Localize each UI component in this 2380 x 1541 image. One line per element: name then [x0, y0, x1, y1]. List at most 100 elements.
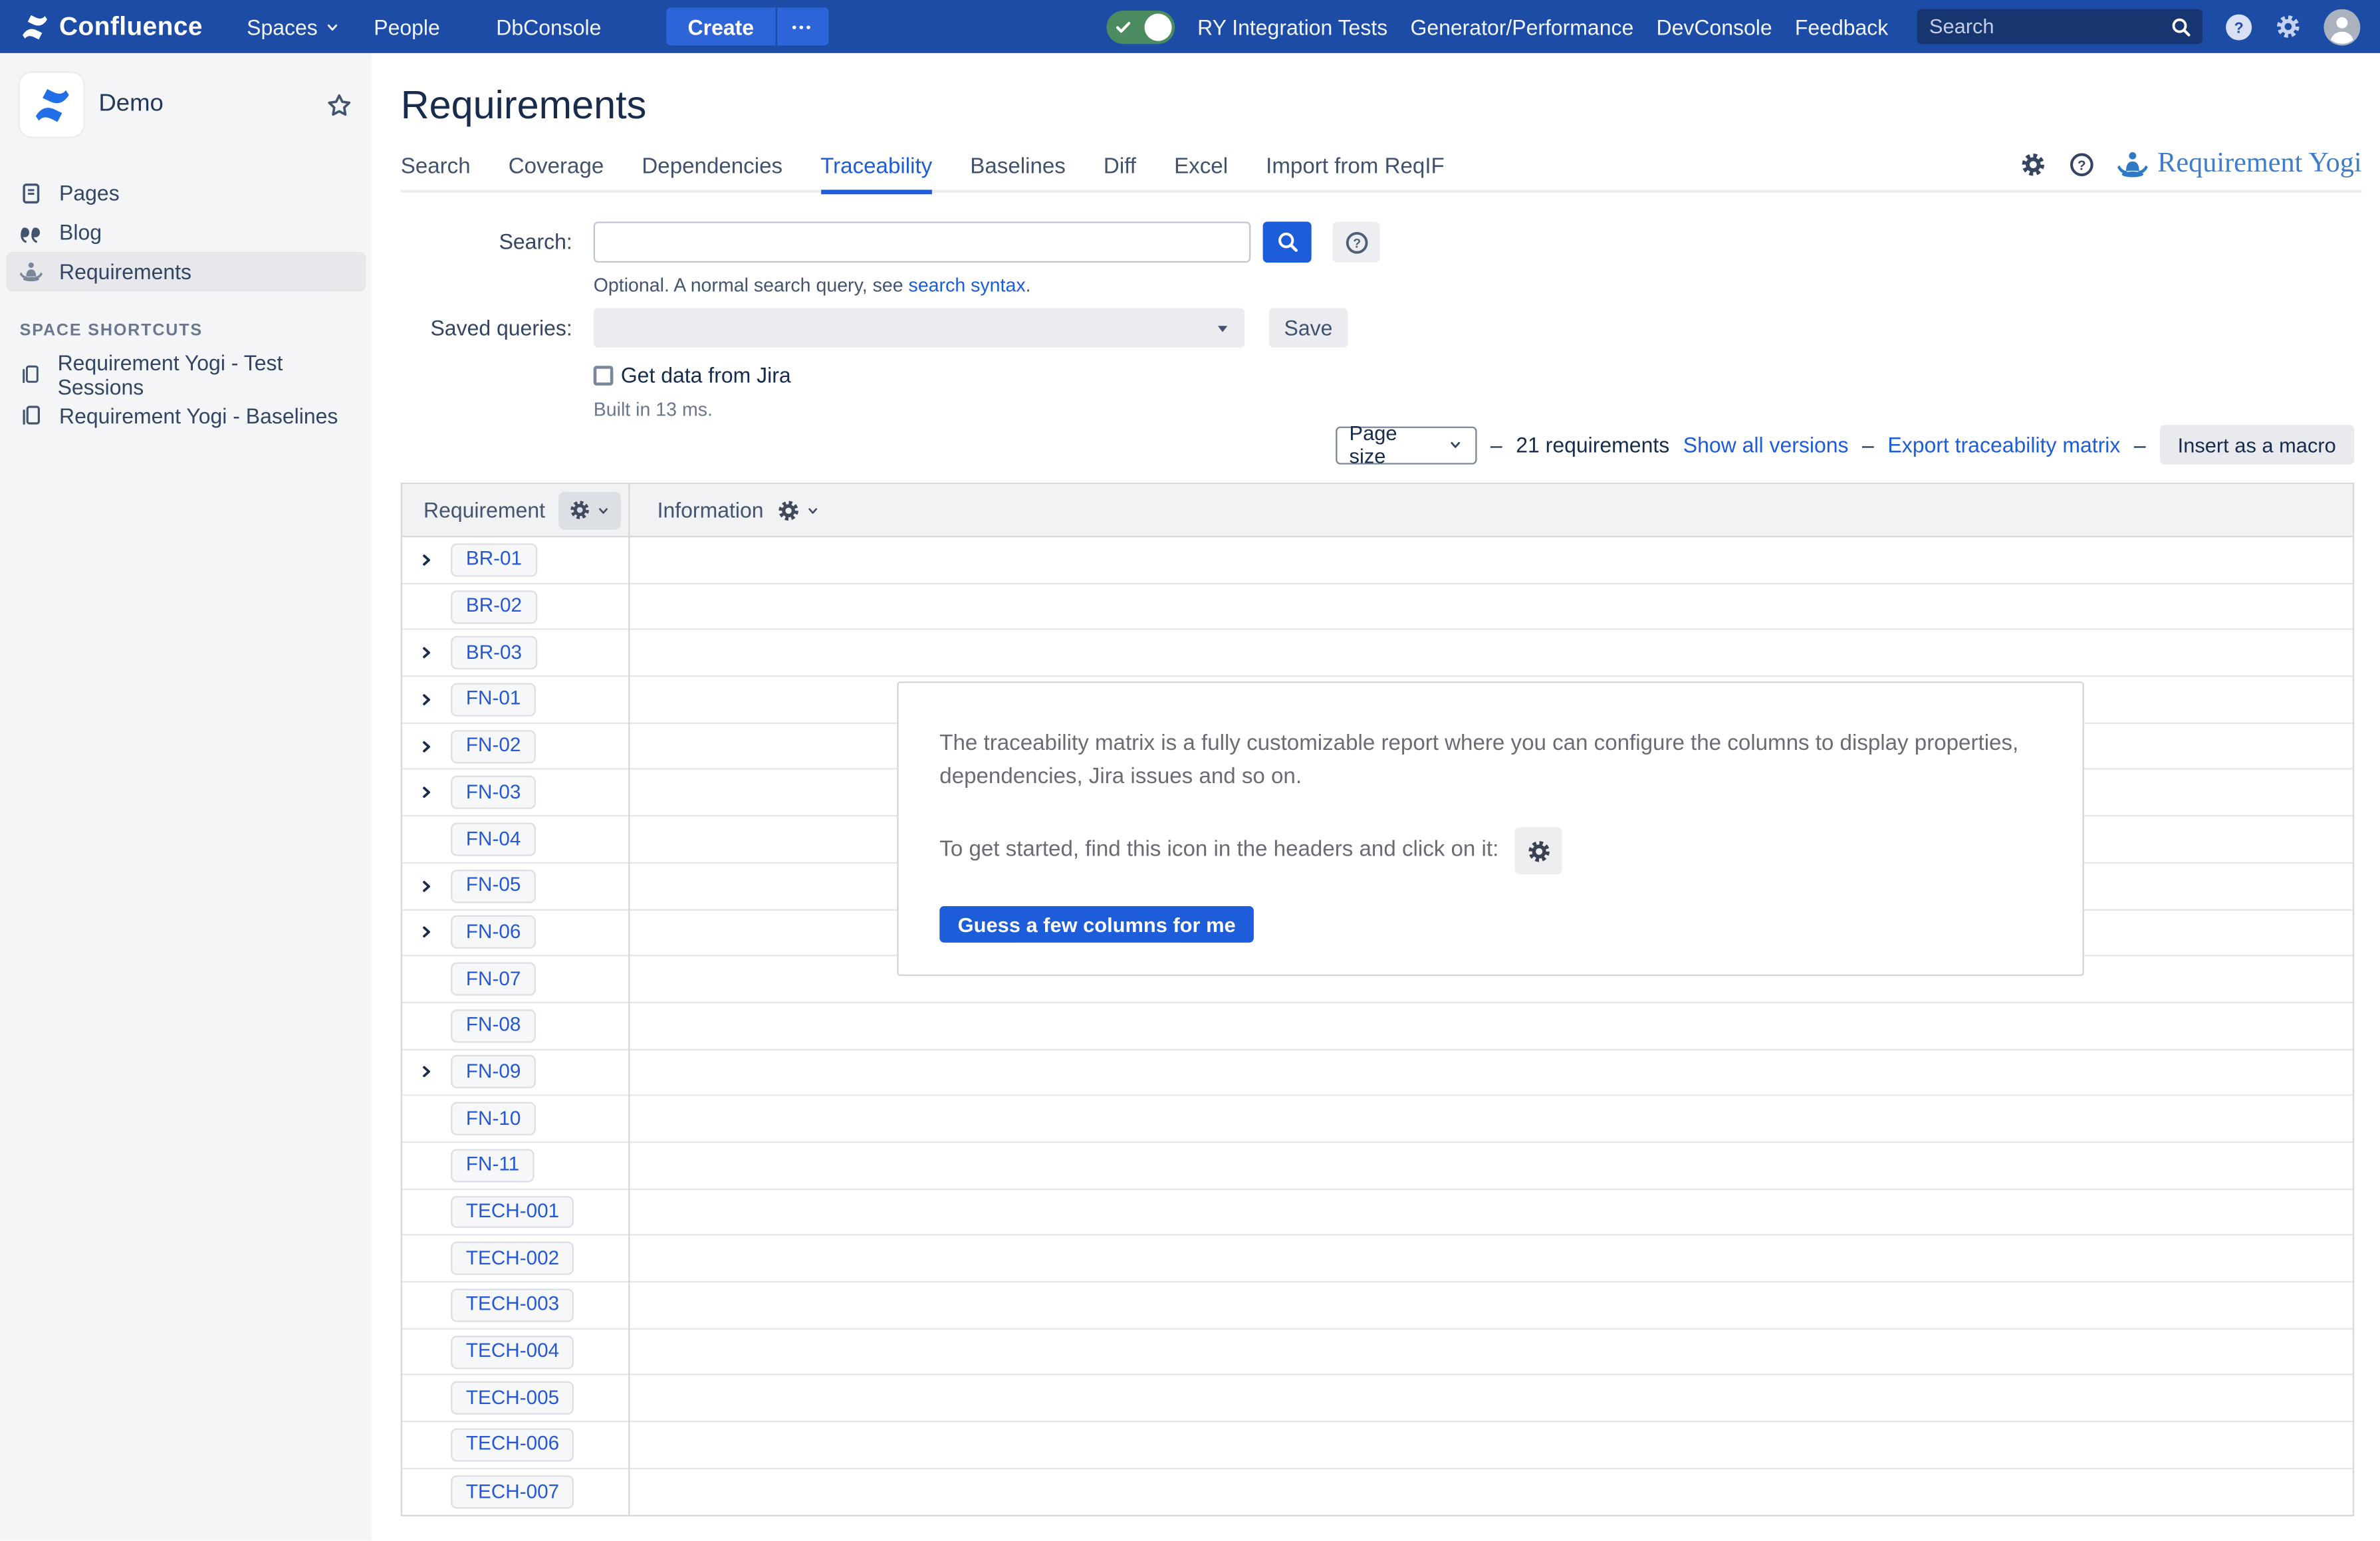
requirement-key-badge[interactable]: FN-07 — [451, 963, 536, 996]
requirement-key-badge[interactable]: FN-09 — [451, 1056, 536, 1089]
requirement-key-badge[interactable]: FN-05 — [451, 870, 536, 903]
page-settings-gear-icon[interactable] — [2021, 152, 2047, 178]
tab[interactable]: Excel — [1174, 154, 1228, 193]
tab[interactable]: Import from ReqIF — [1266, 154, 1445, 193]
table-row: FN-10 — [402, 1096, 2353, 1143]
requirement-key-badge[interactable]: TECH-006 — [451, 1428, 574, 1461]
requirement-key-badge[interactable]: FN-03 — [451, 776, 536, 809]
tab[interactable]: Diff — [1104, 154, 1136, 193]
separator-dash: – — [1862, 433, 1874, 457]
tab[interactable]: Baselines — [970, 154, 1066, 193]
info-card-instruction: To get started, find this icon in the he… — [939, 834, 1498, 867]
nav-link-generator-performance[interactable]: Generator/Performance — [1410, 15, 1633, 39]
run-search-button[interactable] — [1263, 221, 1312, 263]
show-all-versions-link[interactable]: Show all versions — [1683, 433, 1849, 457]
tab[interactable]: Search — [401, 154, 471, 193]
requirement-key-badge[interactable]: FN-10 — [451, 1102, 536, 1135]
saved-queries-select[interactable] — [594, 308, 1245, 347]
screen: Confluence Spaces People DbConsole — [0, 0, 2380, 1540]
sidebar-item-requirements[interactable]: Requirements — [6, 252, 366, 291]
confluence-brand[interactable]: Confluence — [20, 11, 203, 42]
requirement-key-badge[interactable]: TECH-005 — [451, 1381, 574, 1415]
expand-row-icon[interactable] — [419, 925, 451, 940]
requirement-key-badge[interactable]: TECH-002 — [451, 1242, 574, 1275]
help-icon[interactable]: ? — [2225, 13, 2252, 40]
requirement-key-badge[interactable]: FN-01 — [451, 683, 536, 716]
requirement-column-settings-button[interactable] — [559, 491, 622, 529]
get-data-from-jira-checkbox[interactable] — [594, 366, 613, 385]
copy-pages-icon — [20, 363, 41, 386]
page-size-select[interactable]: Page size — [1336, 425, 1477, 463]
requirement-key-badge[interactable]: TECH-007 — [451, 1476, 574, 1509]
table-row: BR-03 — [402, 630, 2353, 677]
space-shortcuts-header: SPACE SHORTCUTS — [20, 322, 352, 340]
global-search-input[interactable] — [1917, 15, 2171, 38]
copy-pages-icon — [20, 404, 43, 426]
requirement-key-badge[interactable]: FN-04 — [451, 822, 536, 856]
expand-row-icon[interactable] — [419, 692, 451, 707]
settings-gear-icon[interactable] — [2275, 14, 2301, 40]
sidebar-shortcut-item[interactable]: Requirement Yogi - Test Sessions — [0, 354, 372, 395]
star-icon[interactable] — [326, 92, 352, 118]
search-syntax-link[interactable]: search syntax — [909, 275, 1026, 296]
expand-row-icon[interactable] — [419, 646, 451, 661]
expand-row-icon[interactable] — [419, 878, 451, 893]
requirement-count: 21 requirements — [1516, 433, 1669, 457]
information-column-settings-button[interactable] — [777, 499, 820, 521]
nav-right: RY Integration Tests Generator/Performan… — [1106, 9, 2360, 45]
requirement-key-badge[interactable]: TECH-004 — [451, 1335, 574, 1368]
tab[interactable]: Dependencies — [642, 154, 782, 193]
nav-menu-item[interactable]: Spaces — [230, 0, 357, 53]
nav-link-ry-integration-tests[interactable]: RY Integration Tests — [1197, 15, 1387, 39]
user-avatar[interactable] — [2324, 9, 2361, 45]
nav-menu: Spaces People DbConsole — [230, 0, 641, 53]
space-logo[interactable] — [20, 73, 84, 137]
tabs: Search Coverage Dependencies Traceabilit… — [401, 154, 1445, 190]
expand-row-icon[interactable] — [419, 739, 451, 754]
requirement-key-badge[interactable]: FN-06 — [451, 916, 536, 949]
requirement-key-badge[interactable]: FN-08 — [451, 1009, 536, 1042]
feature-toggle[interactable] — [1106, 10, 1175, 43]
blog-quote-icon — [20, 221, 43, 243]
expand-row-icon[interactable] — [419, 1064, 451, 1080]
save-query-button[interactable]: Save — [1269, 308, 1348, 347]
search-help-button[interactable] — [1333, 221, 1380, 263]
nav-menu-item[interactable]: People — [357, 0, 479, 53]
nav-link-devconsole[interactable]: DevConsole — [1657, 15, 1772, 39]
create-button[interactable]: Create — [667, 7, 775, 45]
sidebar-item-blog[interactable]: Blog — [0, 213, 372, 252]
information-column-header: Information — [628, 498, 2353, 523]
requirement-key-badge[interactable]: BR-01 — [451, 543, 537, 576]
requirement-key-badge[interactable]: TECH-003 — [451, 1288, 574, 1322]
create-more-button[interactable]: ••• — [776, 7, 828, 45]
page-help-icon[interactable] — [2070, 152, 2095, 178]
insert-as-macro-button[interactable]: Insert as a macro — [2159, 425, 2354, 464]
tab[interactable]: Coverage — [509, 154, 604, 193]
info-card-instruction-row: To get started, find this icon in the he… — [939, 827, 2042, 874]
global-search — [1917, 9, 2202, 45]
requirement-yogi-logo[interactable]: Requirement Yogi — [2118, 149, 2362, 181]
sidebar-item-pages[interactable]: Pages — [0, 173, 372, 212]
expand-row-icon[interactable] — [419, 785, 451, 800]
guess-columns-button[interactable]: Guess a few columns for me — [939, 906, 1254, 943]
expand-row-icon[interactable] — [419, 552, 451, 568]
nav-menu-item[interactable]: DbConsole — [479, 0, 641, 53]
sidebar-shortcut-item[interactable]: Requirement Yogi - Baselines — [0, 395, 372, 436]
page-title: Requirements — [401, 82, 647, 127]
toggle-knob — [1144, 13, 1171, 40]
export-traceability-matrix-link[interactable]: Export traceability matrix — [1887, 433, 2120, 457]
requirement-key-badge[interactable]: FN-02 — [451, 729, 536, 763]
chevron-down-icon — [597, 503, 611, 517]
nav-link-feedback[interactable]: Feedback — [1795, 15, 1888, 39]
chevron-down-icon — [325, 19, 340, 35]
requirement-key-badge[interactable]: BR-02 — [451, 590, 537, 623]
requirement-key-badge[interactable]: FN-11 — [451, 1149, 535, 1182]
tab[interactable]: Traceability — [820, 154, 932, 193]
table-row: TECH-004 — [402, 1329, 2353, 1375]
table-row: FN-11 — [402, 1143, 2353, 1189]
requirement-key-badge[interactable]: BR-03 — [451, 636, 537, 669]
search-icon[interactable] — [2171, 16, 2192, 37]
traceability-search-input[interactable] — [594, 221, 1251, 263]
table-row: BR-02 — [402, 584, 2353, 630]
requirement-key-badge[interactable]: TECH-001 — [451, 1195, 574, 1229]
